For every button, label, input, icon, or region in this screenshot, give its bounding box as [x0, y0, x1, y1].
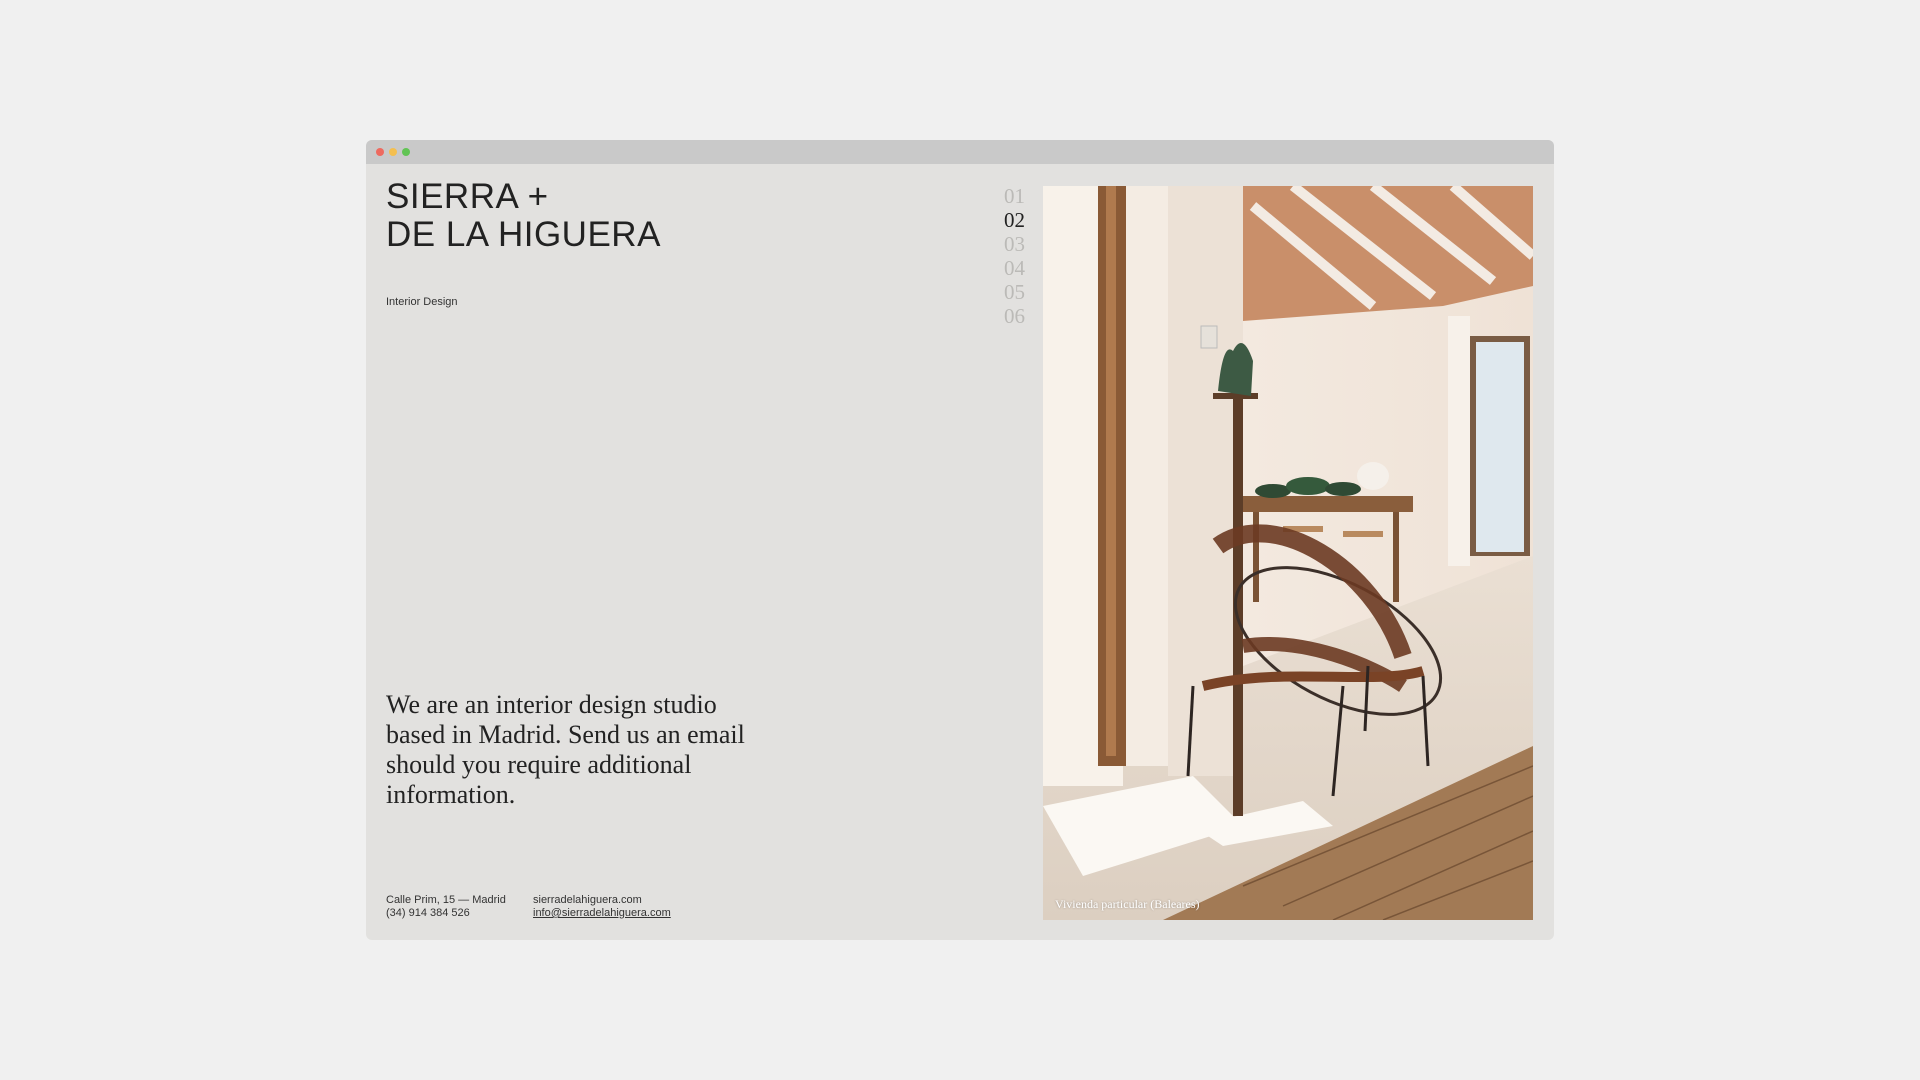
pager-item-01[interactable]: 01: [1004, 184, 1034, 208]
browser-window: SIERRA + DE LA HIGUERA Interior Design W…: [366, 140, 1554, 940]
logo-line-1: SIERRA +: [386, 177, 549, 216]
minimize-window-button[interactable]: [389, 148, 397, 156]
close-window-button[interactable]: [376, 148, 384, 156]
window-titlebar: [366, 140, 1554, 164]
pager-item-02[interactable]: 02: [1004, 208, 1034, 232]
pager-item-04[interactable]: 04: [1004, 256, 1034, 280]
interior-photo-illustration: [1043, 186, 1533, 920]
intro-text: We are an interior design studio based i…: [386, 690, 745, 809]
slide-pager: 01 02 03 04 05 06: [1004, 184, 1034, 328]
email-link[interactable]: info@sierradelahiguera.com: [533, 907, 671, 919]
pager-item-06[interactable]: 06: [1004, 304, 1034, 328]
pager-item-05[interactable]: 05: [1004, 280, 1034, 304]
maximize-window-button[interactable]: [402, 148, 410, 156]
project-photo[interactable]: Vivienda particular (Baleares): [1043, 186, 1533, 920]
phone-text: (34) 914 384 526: [386, 907, 470, 919]
contact-web-block: sierradelahiguera.com info@sierradelahig…: [533, 894, 671, 920]
address-text: Calle Prim, 15 — Madrid: [386, 894, 506, 906]
contact-address-block: Calle Prim, 15 — Madrid (34) 914 384 526: [386, 894, 506, 920]
site-logo[interactable]: SIERRA + DE LA HIGUERA: [386, 178, 661, 254]
website-text: sierradelahiguera.com: [533, 894, 642, 906]
pager-item-03[interactable]: 03: [1004, 232, 1034, 256]
logo-line-2: DE LA HIGUERA: [386, 215, 661, 254]
tagline: Interior Design: [386, 296, 458, 308]
photo-caption: Vivienda particular (Baleares): [1055, 897, 1200, 911]
